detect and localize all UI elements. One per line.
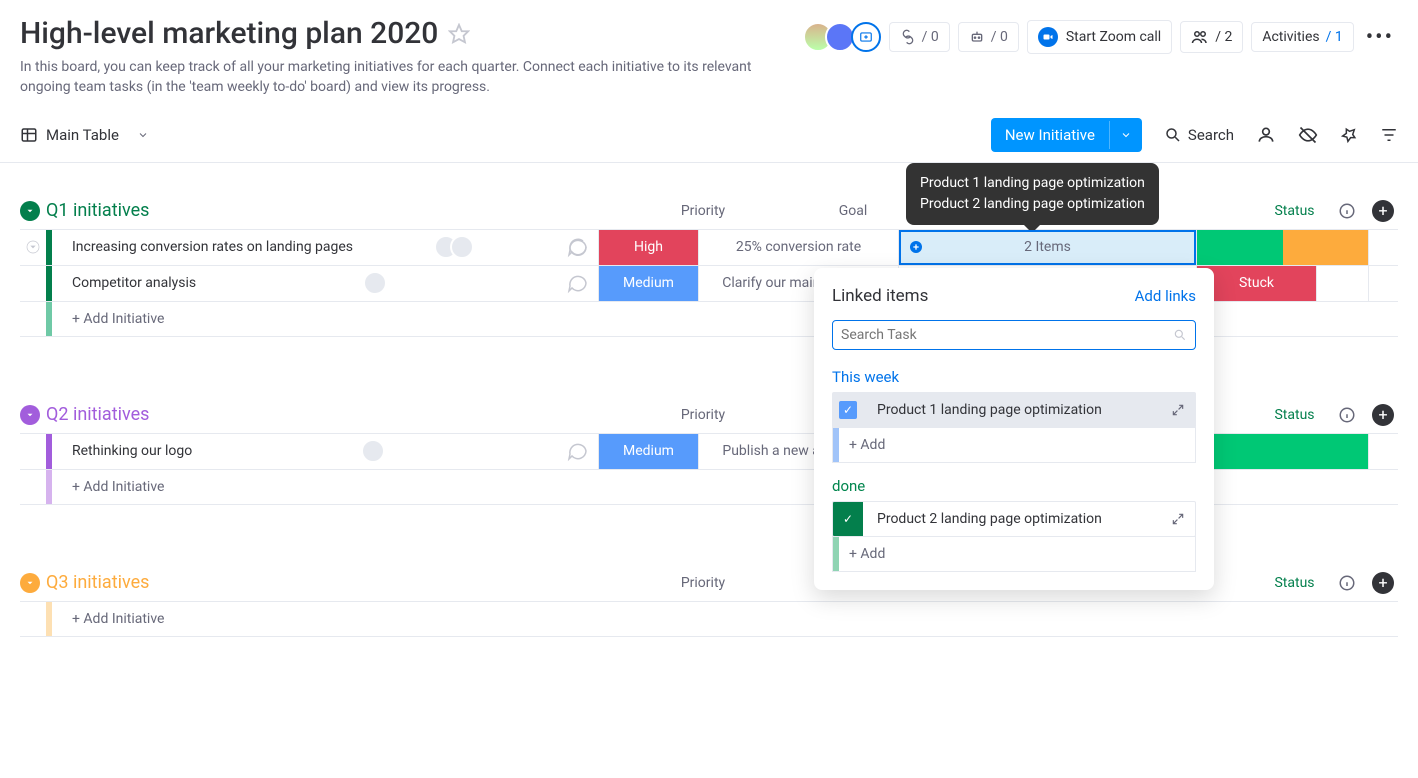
member-avatars[interactable]: [811, 22, 881, 52]
col-info-icon[interactable]: [1338, 406, 1368, 424]
share-icon[interactable]: [851, 22, 881, 52]
goal-cell[interactable]: 25% conversion rate: [698, 230, 898, 265]
board-toolbar: Main Table New Initiative Search: [0, 108, 1418, 163]
item-name[interactable]: Increasing conversion rates on landing p…: [52, 230, 598, 265]
chevron-down-icon[interactable]: [1109, 121, 1142, 149]
checkbox-icon[interactable]: ✓: [839, 510, 857, 528]
people-button[interactable]: / 2: [1180, 21, 1243, 53]
chevron-down-icon: [137, 129, 149, 141]
board-title: High-level marketing plan 2020: [20, 16, 438, 51]
hide-icon[interactable]: [1298, 125, 1318, 145]
col-info-icon[interactable]: [1338, 574, 1368, 592]
col-info-icon[interactable]: [1338, 202, 1368, 220]
header-right: / 0 / 0 Start Zoom call / 2 Activities /…: [811, 16, 1398, 54]
add-column-icon[interactable]: +: [1372, 404, 1394, 426]
search-icon: [1173, 328, 1187, 342]
priority-cell[interactable]: High: [598, 230, 698, 265]
group-title[interactable]: Q3 initiatives: [46, 572, 149, 593]
col-header-status[interactable]: Status: [1251, 203, 1338, 219]
status-cell[interactable]: [1196, 230, 1368, 265]
integration-counter-2[interactable]: / 0: [958, 22, 1019, 52]
table-icon: [20, 126, 38, 144]
item-name[interactable]: Competitor analysis: [52, 266, 598, 301]
expand-icon[interactable]: [1161, 512, 1195, 526]
activities-button[interactable]: Activities / 1: [1251, 22, 1353, 52]
collapse-toggle-icon[interactable]: [20, 405, 40, 425]
avatar: [450, 235, 474, 259]
priority-cell[interactable]: Medium: [598, 434, 698, 469]
search-input[interactable]: [841, 327, 1173, 343]
group-title[interactable]: Q2 initiatives: [46, 404, 149, 425]
linked-items-popup: Linked items Add links This week ✓ Produ…: [814, 268, 1214, 590]
linked-item[interactable]: ✓ Product 2 landing page optimization: [832, 501, 1196, 537]
add-initiative-row[interactable]: + Add Initiative: [20, 601, 1398, 637]
col-header-priority[interactable]: Priority: [653, 203, 753, 219]
person-filter-icon[interactable]: [1256, 125, 1276, 145]
collapse-toggle-icon[interactable]: [20, 201, 40, 221]
header-left: High-level marketing plan 2020 In this b…: [20, 16, 811, 98]
search-icon: [1164, 126, 1182, 144]
integration-counter-1[interactable]: / 0: [889, 22, 950, 52]
new-initiative-button[interactable]: New Initiative: [991, 118, 1142, 152]
robot-icon: [969, 29, 985, 45]
status-cell[interactable]: [1196, 434, 1368, 469]
collapse-toggle-icon[interactable]: [20, 573, 40, 593]
status-cell[interactable]: Stuck: [1196, 266, 1316, 301]
search-task-input[interactable]: [832, 320, 1196, 350]
add-link-icon[interactable]: [907, 238, 925, 256]
more-menu-icon[interactable]: •••: [1362, 25, 1398, 50]
group-header: Q1 initiatives Priority Goal Status +: [20, 193, 1398, 229]
section-label: This week: [832, 368, 1196, 386]
add-item-row[interactable]: + Add: [832, 536, 1196, 572]
search-button[interactable]: Search: [1164, 126, 1234, 144]
linked-item[interactable]: ✓ Product 1 landing page optimization: [832, 392, 1196, 428]
board-header: High-level marketing plan 2020 In this b…: [0, 0, 1418, 108]
group-title[interactable]: Q1 initiatives: [46, 200, 149, 221]
linked-items-cell[interactable]: 2 Items: [898, 230, 1196, 265]
avatar: [361, 439, 385, 463]
linked-items-tooltip: Product 1 landing page optimization Prod…: [906, 163, 1159, 225]
add-column-icon[interactable]: +: [1372, 200, 1394, 222]
section-label: done: [832, 477, 1196, 495]
item-name[interactable]: Rethinking our logo: [52, 434, 598, 469]
add-links-button[interactable]: Add links: [1135, 287, 1196, 305]
chat-icon[interactable]: [566, 235, 590, 259]
expand-icon[interactable]: [1161, 403, 1195, 417]
board-content: Product 1 landing page optimization Prod…: [0, 163, 1418, 697]
chat-icon[interactable]: [566, 271, 590, 295]
popup-title: Linked items: [832, 286, 928, 306]
add-column-icon[interactable]: +: [1372, 572, 1394, 594]
people-icon: [1191, 28, 1209, 46]
pin-icon[interactable]: [1340, 126, 1358, 144]
filter-icon[interactable]: [1380, 126, 1398, 144]
view-selector[interactable]: Main Table: [20, 126, 149, 144]
start-zoom-button[interactable]: Start Zoom call: [1027, 20, 1172, 54]
chat-icon[interactable]: [566, 439, 590, 463]
star-icon[interactable]: [448, 23, 470, 45]
zoom-icon: [1038, 27, 1058, 47]
priority-cell[interactable]: Medium: [598, 266, 698, 301]
avatar: [363, 271, 387, 295]
table-row[interactable]: Increasing conversion rates on landing p…: [20, 229, 1398, 265]
link-icon: [900, 29, 916, 45]
board-description: In this board, you can keep track of all…: [20, 57, 800, 98]
expand-row-icon[interactable]: [20, 230, 46, 265]
checkbox-icon[interactable]: ✓: [839, 401, 857, 419]
add-item-row[interactable]: + Add: [832, 427, 1196, 463]
